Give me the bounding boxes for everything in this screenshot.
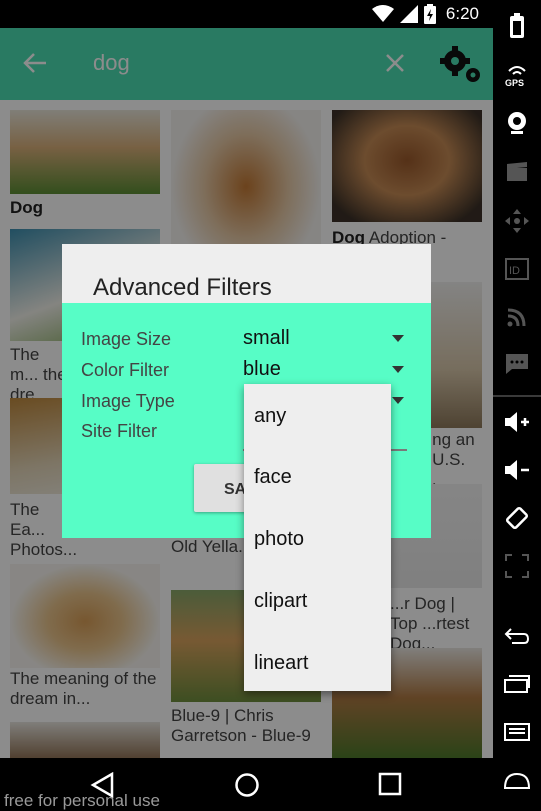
- site-filter-label: Site Filter: [81, 421, 158, 441]
- chevron-down-icon[interactable]: [392, 397, 404, 404]
- menu-hw-icon[interactable]: [501, 716, 533, 748]
- side-panel-divider: [493, 395, 541, 397]
- color-filter-select[interactable]: blue: [243, 358, 281, 381]
- chevron-down-icon[interactable]: [392, 366, 404, 373]
- recents-nav-icon[interactable]: [378, 772, 402, 796]
- network-icon[interactable]: [501, 301, 533, 333]
- volume-up-icon[interactable]: [501, 406, 533, 438]
- home-nav-icon[interactable]: [234, 772, 260, 798]
- power-icon[interactable]: [501, 10, 533, 42]
- clock-time: 6:20: [445, 4, 479, 23]
- rotate-icon[interactable]: [501, 502, 533, 534]
- webcam-icon[interactable]: [501, 107, 533, 139]
- image-type-dropdown: any face photo clipart lineart: [244, 384, 391, 691]
- dropdown-option-any[interactable]: any: [254, 405, 286, 428]
- image-size-label: Image Size: [81, 329, 172, 349]
- recents-hw-icon[interactable]: [501, 668, 533, 700]
- battery-icon: [423, 4, 436, 24]
- dropdown-option-photo[interactable]: photo: [254, 528, 304, 551]
- watermark-text: free for personal use: [4, 791, 160, 810]
- device-id-icon[interactable]: ID: [501, 253, 533, 285]
- sms-icon[interactable]: [501, 348, 533, 380]
- dropdown-option-clipart[interactable]: clipart: [254, 590, 307, 613]
- volume-down-icon[interactable]: [501, 454, 533, 486]
- image-type-label: Image Type: [81, 391, 175, 411]
- svg-text:ID: ID: [509, 265, 520, 277]
- media-icon[interactable]: [501, 156, 533, 188]
- back-hw-icon[interactable]: [501, 620, 533, 652]
- fullscreen-icon[interactable]: [501, 550, 533, 582]
- home-hw-icon[interactable]: [501, 764, 533, 796]
- dialog-header: Advanced Filters: [62, 244, 431, 303]
- status-bar: 6:20: [0, 0, 493, 28]
- chevron-down-icon[interactable]: [392, 335, 404, 342]
- svg-text:GPS: GPS: [505, 78, 524, 87]
- dropdown-option-lineart[interactable]: lineart: [254, 652, 308, 675]
- dpad-icon[interactable]: [501, 205, 533, 237]
- gps-icon[interactable]: GPS: [501, 58, 533, 90]
- dropdown-option-face[interactable]: face: [254, 466, 292, 489]
- app-screen: dog Dog The m... the dre... The Ea... Ph…: [0, 28, 493, 758]
- emulator-side-panel: GPS ID: [493, 0, 541, 811]
- wifi-icon: [371, 5, 394, 22]
- cell-signal-icon: [399, 5, 418, 23]
- image-size-select[interactable]: small: [243, 327, 290, 350]
- dialog-title: Advanced Filters: [93, 274, 272, 301]
- color-filter-label: Color Filter: [81, 360, 170, 380]
